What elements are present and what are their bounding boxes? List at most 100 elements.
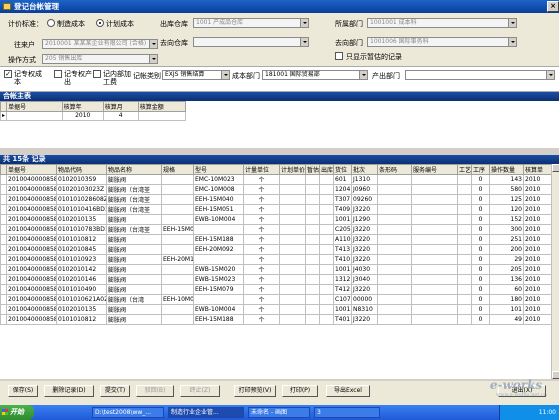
table-cell[interactable] [411,184,458,195]
table-cell[interactable]: 0101010621A02 [56,294,107,305]
toolbar-button[interactable]: 终止(Z) [180,385,220,397]
table-cell[interactable] [305,264,320,275]
table-cell[interactable]: 0101010416BD1 [56,204,107,215]
table-cell[interactable] [305,194,320,205]
table-cell[interactable]: EEH-20M1 [161,254,194,265]
summary-row[interactable]: ▸ 2010 4 [0,111,187,121]
table-cell[interactable] [457,284,472,295]
table-cell[interactable]: 膨胀阀 [106,304,162,315]
task-paint[interactable]: 未命名 - 画图 [248,407,310,418]
table-cell[interactable] [319,294,334,305]
table-cell[interactable] [457,244,472,255]
table-cell[interactable] [377,314,412,325]
table-cell[interactable] [319,204,334,215]
table-cell[interactable] [279,244,306,255]
table-cell[interactable]: 2010040000858 [6,244,57,255]
table-cell[interactable] [377,254,412,265]
table-cell[interactable]: 1001 [333,214,352,225]
table-cell[interactable] [411,304,458,315]
detail-col-header[interactable]: 出库 [319,164,334,175]
table-cell[interactable] [319,284,334,295]
summary-cell[interactable]: 4 [102,111,139,121]
table-cell[interactable]: J3040 [351,274,378,285]
table-cell[interactable] [377,294,412,305]
table-cell[interactable] [319,264,334,275]
table-cell[interactable]: 个 [243,194,280,205]
toolbar-button[interactable]: 保存(S) [8,385,38,397]
table-cell[interactable]: 2010 [523,314,552,325]
table-cell[interactable] [279,254,306,265]
table-cell[interactable]: 0101010783BD1 [56,224,107,235]
table-row[interactable]: 2010040000858 0101010490 膨胀阀 EEH-15M079 个 T41… [0,284,552,295]
table-cell[interactable]: EWB-10M004 [193,304,244,315]
scroll-down-icon[interactable] [552,371,559,379]
table-cell[interactable] [279,264,306,275]
table-cell[interactable] [457,254,472,265]
table-cell[interactable]: 2010040000858 [6,294,57,305]
table-cell[interactable]: 膨胀阀 [106,234,162,245]
table-cell[interactable] [305,314,320,325]
table-cell[interactable]: 膨胀阀（台湾荃 [106,194,162,205]
table-cell[interactable]: 205 [489,264,524,275]
table-cell[interactable]: 2010 [523,174,552,185]
table-cell[interactable]: 2010 [523,294,552,305]
table-cell[interactable] [457,204,472,215]
table-cell[interactable] [305,304,320,315]
table-cell[interactable]: 2010040000858 [6,194,57,205]
table-cell[interactable]: 2010040000858 [6,224,57,235]
table-cell[interactable]: T401 [333,314,352,325]
table-cell[interactable] [319,304,334,315]
task-explorer[interactable]: D:\test2008\ww_... [92,407,164,418]
table-cell[interactable]: 0102010146 [56,274,107,285]
table-cell[interactable] [457,274,472,285]
table-cell[interactable]: 2010040000858 [6,184,57,195]
table-cell[interactable] [411,254,458,265]
table-cell[interactable]: EEH-15M188 [193,314,244,325]
partner-select[interactable]: 2010001 某某某企业有限公司 (合格) [42,39,158,49]
table-cell[interactable]: 010101028608Z [56,194,107,205]
table-cell[interactable]: 膨胀阀 [106,174,162,185]
table-cell[interactable]: 152 [489,214,524,225]
table-cell[interactable]: 个 [243,184,280,195]
table-cell[interactable]: 180 [489,294,524,305]
table-cell[interactable]: 0 [471,264,490,275]
detail-col-header[interactable]: 暂估 [305,164,320,175]
table-cell[interactable] [279,184,306,195]
table-cell[interactable]: 2010 [523,284,552,295]
detail-col-header[interactable]: 型号 [193,164,244,175]
exclude-checkbox[interactable] [54,70,62,78]
table-cell[interactable]: 251 [489,234,524,245]
table-cell[interactable]: 0 [471,244,490,255]
record-cost-checkbox[interactable]: ✓ [4,70,12,78]
table-cell[interactable]: 膨胀阀 [106,314,162,325]
task-erp[interactable]: 制造行业企业管... [168,407,244,418]
table-cell[interactable] [279,274,306,285]
table-cell[interactable] [161,264,194,275]
table-cell[interactable]: 膨胀阀 [106,284,162,295]
table-cell[interactable]: T307 [333,194,352,205]
table-cell[interactable] [377,194,412,205]
department-select[interactable]: 1001001 成本科 [367,18,517,28]
table-cell[interactable] [161,244,194,255]
table-cell[interactable]: J3220 [351,284,378,295]
detail-col-header[interactable]: 服务编号 [411,164,458,175]
table-cell[interactable]: 101 [489,304,524,315]
table-cell[interactable] [457,214,472,225]
table-cell[interactable] [377,174,412,185]
start-button[interactable]: 开始 [0,405,34,420]
to-department-select[interactable]: 1001006 国际事务科 [367,37,517,47]
operation-select[interactable]: 205 销售出库 [42,54,158,64]
table-cell[interactable]: EMC-10M023 [193,174,244,185]
table-cell[interactable] [377,204,412,215]
only-unregistered-checkbox[interactable] [335,52,343,60]
table-cell[interactable] [411,244,458,255]
summary-cell[interactable] [137,111,187,121]
table-row[interactable]: 2010040000858 0102010135 膨胀阀 EWB-10M004 个 100… [0,214,552,225]
table-cell[interactable] [279,204,306,215]
toolbar-button[interactable]: 打印(P) [282,385,318,397]
table-cell[interactable]: 2010040000858 [6,234,57,245]
table-cell[interactable] [457,224,472,235]
table-cell[interactable]: 个 [243,174,280,185]
table-cell[interactable]: 49 [489,314,524,325]
table-cell[interactable] [411,234,458,245]
